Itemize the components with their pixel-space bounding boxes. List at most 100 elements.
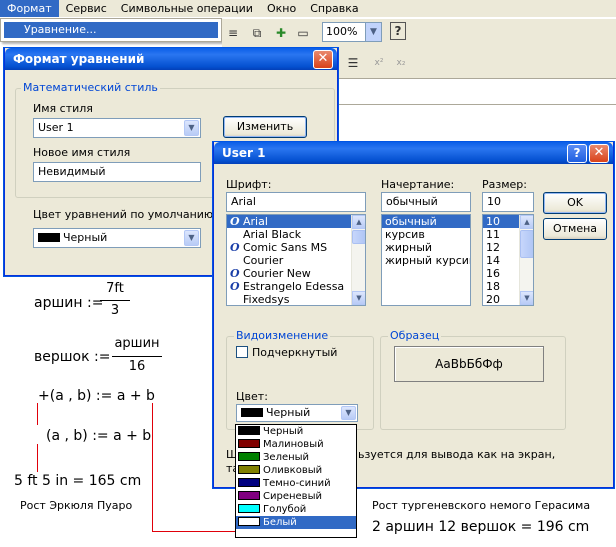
font-item[interactable]: Arial Black [227,228,365,241]
sample-label: Образец [388,329,442,342]
menu-bar: Формат Сервис Символьные операции Окно С… [0,0,616,18]
scroll-thumb[interactable] [352,230,365,244]
style-item[interactable]: курсив [382,228,470,241]
close-icon[interactable]: ✕ [589,144,609,163]
font-list[interactable]: O Arial Arial Black O Comic Sans MS Courier… [226,214,366,306]
font-item[interactable]: O Courier New [227,267,365,280]
size-list[interactable]: 10 11 12 14 16 18 20 ▲ ▼ [482,214,534,306]
chevron-down-icon: ▼ [184,120,199,136]
color-item-label: Голубой [263,504,307,515]
font-item-label: Arial Black [243,228,302,241]
size-scrollbar[interactable]: ▲ ▼ [519,215,533,305]
chevron-down-icon: ▼ [341,406,356,420]
copy-icon[interactable]: ⧉ [246,22,268,44]
style-name-select[interactable]: User 1 ▼ [33,118,201,138]
default-color-select[interactable]: Черный ▼ [33,228,201,248]
definition-call: (a , b) := a + b [46,428,152,444]
style-item[interactable]: жирный курсив [382,254,470,267]
style-item[interactable]: жирный [382,241,470,254]
menu-symbolic[interactable]: Символьные операции [114,0,260,17]
font-input[interactable]: Arial [226,192,366,212]
style-items: обычный курсив жирный жирный курсив [382,215,470,267]
underline-checkbox[interactable] [236,346,248,358]
style-list[interactable]: обычный курсив жирный жирный курсив [381,214,471,306]
change-button[interactable]: Изменить [223,116,307,138]
font-item[interactable]: O Estrangelo Edessa [227,280,365,293]
menu-item-equation[interactable]: Уравнение... [4,22,218,38]
menu-help[interactable]: Справка [303,0,365,17]
help-icon[interactable]: ? [567,144,587,163]
connector-line [152,531,236,532]
sample-preview: AaBbБбФф [394,346,544,382]
color-swatch [238,504,260,513]
color-dropdown-list[interactable]: Черный Малиновый Зеленый Оливковый Темно-син… [235,424,357,538]
color-swatch [238,491,260,500]
color-swatch [238,465,260,474]
arshin-numerator: 7ft [106,281,124,296]
color-item[interactable]: Черный [236,425,356,438]
toolbar: ≡ ⧉ ✚ ▭ 100% ▼ ? [222,19,616,47]
color-item-label: Темно-синий [263,478,331,489]
color-swatch [238,439,260,448]
color-item[interactable]: Оливковый [236,464,356,477]
math-style-label: Математический стиль [21,81,160,94]
help-icon[interactable]: ? [390,22,406,40]
color-swatch [238,517,260,526]
list-icon[interactable]: ☰ [342,52,364,74]
menu-service[interactable]: Сервис [59,0,114,17]
menu-format[interactable]: Формат [0,0,59,17]
color-item[interactable]: Белый [236,516,356,529]
scroll-thumb[interactable] [520,230,533,258]
subscript-icon[interactable]: x₂ [390,52,412,74]
opentype-font-icon: O [230,267,240,280]
insert-component-icon[interactable]: ✚ [270,22,292,44]
menu-window[interactable]: Окно [260,0,303,17]
gerasim-expression: 2 аршин 12 вершок = 196 cm [372,519,590,535]
color-item[interactable]: Малиновый [236,438,356,451]
font-scrollbar[interactable]: ▲ ▼ [351,215,365,305]
chevron-up-icon[interactable]: ▲ [352,215,365,229]
description-text: ьзуется для вывода как на экран, [358,448,556,461]
zoom-select[interactable]: 100% ▼ [322,22,382,42]
style-input[interactable]: обычный [381,192,471,212]
font-item[interactable]: O Arial [227,215,365,228]
dialog-title: Формат уравнений [5,48,337,70]
dialog-title: User 1 [214,142,613,164]
color-item-label: Белый [263,517,297,528]
ok-button[interactable]: OK [543,192,607,214]
superscript-icon[interactable]: x² [368,52,390,74]
style-name-value: User 1 [38,121,74,134]
font-item[interactable]: Fixedsys [227,293,365,305]
style-label: Начертание: [381,178,455,191]
color-item[interactable]: Голубой [236,503,356,516]
underline-label: Подчеркнутый [252,346,338,359]
new-style-input[interactable]: Невидимый [33,162,201,182]
style-item[interactable]: обычный [382,215,470,228]
color-label: Цвет: [236,390,268,403]
color-item[interactable]: Зеленый [236,451,356,464]
font-items: O Arial Arial Black O Comic Sans MS Courier… [227,215,365,305]
chevron-down-icon[interactable]: ▼ [520,291,533,305]
vershok-fraction-line [112,356,162,357]
opentype-font-icon: O [230,241,240,254]
poirot-expression: 5 ft 5 in = 165 cm [14,473,142,489]
close-icon[interactable]: ✕ [313,50,333,69]
size-input[interactable]: 10 [482,192,534,212]
chevron-up-icon[interactable]: ▲ [520,215,533,229]
color-value: Черный [266,406,311,419]
size-label: Размер: [482,178,527,191]
window-icon[interactable]: ▭ [292,22,314,44]
color-item[interactable]: Темно-синий [236,477,356,490]
font-item[interactable]: O Comic Sans MS [227,241,365,254]
format-dropdown: Уравнение... [0,18,222,42]
chevron-down-icon: ▼ [184,230,199,246]
color-select[interactable]: Черный ▼ [236,404,358,422]
cancel-button[interactable]: Отмена [543,218,607,240]
color-item[interactable]: Сиреневый [236,490,356,503]
font-item[interactable]: Courier [227,254,365,267]
align-icon[interactable]: ≡ [222,22,244,44]
opentype-font-icon: O [230,215,240,228]
poirot-caption: Рост Эркюля Пуаро [20,499,133,512]
chevron-down-icon[interactable]: ▼ [352,291,365,305]
format-toolbar: ☰ x² x₂ [338,47,616,79]
